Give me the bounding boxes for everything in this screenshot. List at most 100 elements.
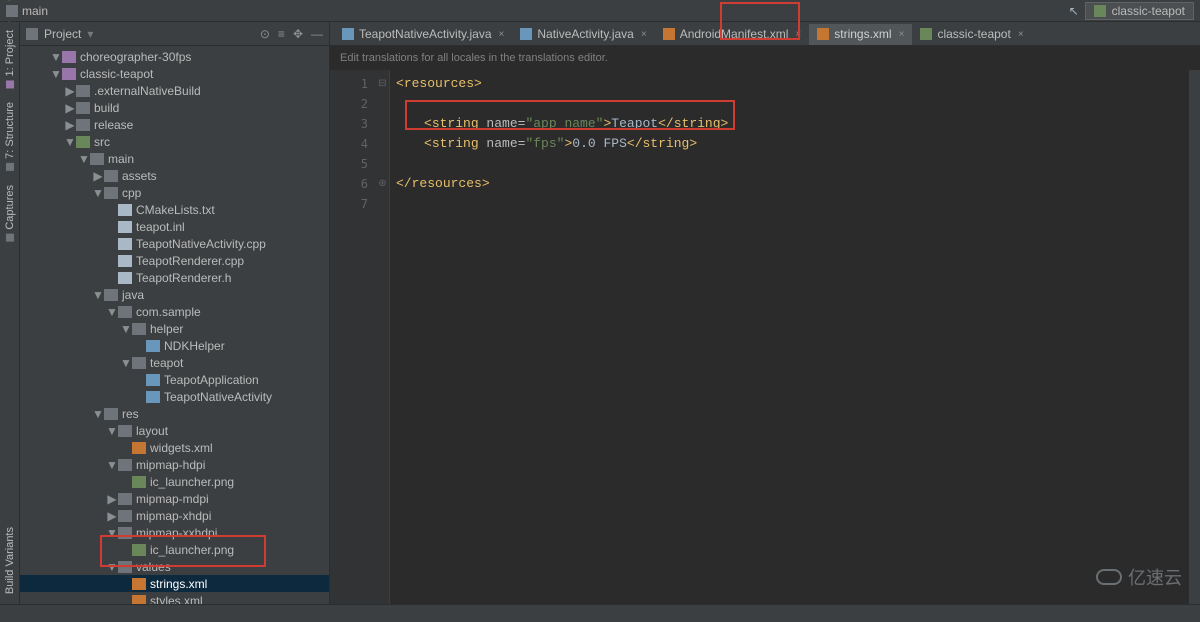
close-icon[interactable]: ×	[795, 29, 801, 40]
tree-twisty[interactable]: ▼	[92, 288, 104, 302]
tree-node[interactable]: ▼cpp	[20, 184, 329, 201]
tree-label: choreographer-30fps	[80, 50, 191, 64]
node-icon	[146, 374, 160, 386]
tree-node[interactable]: ▶ mipmap-mdpi	[20, 490, 329, 507]
tree-twisty[interactable]: ▶	[106, 509, 118, 523]
tree-label: layout	[136, 424, 168, 438]
fold-gutter[interactable]: ⊟⊕	[376, 70, 390, 604]
tree-node[interactable]: ic_launcher.png	[20, 473, 329, 490]
tree-node[interactable]: widgets.xml	[20, 439, 329, 456]
close-icon[interactable]: ×	[499, 29, 505, 40]
tree-node[interactable]: teapot.inl	[20, 218, 329, 235]
translations-banner-text: Edit translations for all locales in the…	[340, 52, 608, 64]
rail-project[interactable]: 1: Project	[3, 26, 17, 92]
tree-node[interactable]: ▼ classic-teapot	[20, 65, 329, 82]
tree-node[interactable]: ic_launcher.png	[20, 541, 329, 558]
tree-twisty[interactable]: ▼	[106, 424, 118, 438]
rail-structure[interactable]: 7: Structure	[3, 98, 17, 175]
editor-tab[interactable]: NativeActivity.java×	[512, 24, 654, 45]
line-number: 7	[334, 194, 368, 214]
breadcrumb-item[interactable]: main	[6, 4, 95, 18]
build-icon[interactable]: ↖	[1069, 4, 1079, 18]
tree-label: com.sample	[136, 305, 201, 319]
tab-label: AndroidManifest.xml	[680, 27, 789, 41]
tree-twisty[interactable]: ▼	[106, 458, 118, 472]
tree-twisty[interactable]: ▶	[106, 492, 118, 506]
file-icon	[520, 28, 532, 40]
editor-tab[interactable]: TeapotNativeActivity.java×	[334, 24, 512, 45]
panel-tool-hide[interactable]: —	[311, 27, 323, 41]
tree-node[interactable]: ▼mipmap-hdpi	[20, 456, 329, 473]
tree-node[interactable]: ▶.externalNativeBuild	[20, 82, 329, 99]
tree-twisty[interactable]: ▼	[106, 305, 118, 319]
tree-twisty[interactable]: ▼	[120, 356, 132, 370]
tree-node[interactable]: ▶build	[20, 99, 329, 116]
tree-twisty[interactable]: ▼	[50, 50, 62, 64]
node-icon	[118, 459, 132, 471]
rail-captures[interactable]: Captures	[3, 181, 17, 246]
code-editor[interactable]: 1234567 ⊟⊕ <resources> <string name="app…	[330, 70, 1200, 604]
tree-twisty[interactable]: ▼	[78, 152, 90, 166]
run-config-selector[interactable]: classic-teapot	[1085, 2, 1194, 20]
tree-label: assets	[122, 169, 157, 183]
breadcrumb-label: main	[22, 4, 48, 18]
tree-node[interactable]: ▼ com.sample	[20, 303, 329, 320]
tree-twisty[interactable]: ▼	[92, 186, 104, 200]
tree-twisty[interactable]: ▼	[50, 67, 62, 81]
tree-node[interactable]: strings.xml	[20, 575, 329, 592]
panel-tool-settings[interactable]: ✥	[293, 27, 303, 41]
tree-label: classic-teapot	[80, 67, 153, 81]
tree-node[interactable]: NDKHelper	[20, 337, 329, 354]
tree-node[interactable]: ▼src	[20, 133, 329, 150]
tree-node[interactable]: styles.xml	[20, 592, 329, 604]
tree-twisty[interactable]: ▼	[106, 560, 118, 574]
project-tree[interactable]: ▼ choreographer-30fps ▼ classic-teapot▶.ext…	[20, 46, 329, 604]
tree-node[interactable]: ▼ layout	[20, 422, 329, 439]
tree-label: mipmap-mdpi	[136, 492, 209, 506]
tree-twisty[interactable]: ▶	[64, 84, 76, 98]
tree-twisty[interactable]: ▶	[92, 169, 104, 183]
tree-node[interactable]: ▼main	[20, 150, 329, 167]
tree-label: CMakeLists.txt	[136, 203, 215, 217]
panel-tool-target[interactable]: ⊙	[260, 27, 270, 41]
tree-node[interactable]: TeapotNativeActivity	[20, 388, 329, 405]
code-content[interactable]: <resources> <string name="app_name">Teap…	[390, 70, 1188, 604]
tree-node[interactable]: TeapotRenderer.cpp	[20, 252, 329, 269]
tree-node[interactable]: ▶mipmap-xhdpi	[20, 507, 329, 524]
tree-node[interactable]: ▼ choreographer-30fps	[20, 48, 329, 65]
tree-twisty[interactable]: ▼	[120, 322, 132, 336]
tree-node[interactable]: ▼ values	[20, 558, 329, 575]
close-icon[interactable]: ×	[641, 29, 647, 40]
editor-tab[interactable]: AndroidManifest.xml ×	[655, 24, 810, 45]
editor-tab[interactable]: strings.xml×	[809, 24, 912, 45]
rail-build-variants[interactable]: Build Variants	[3, 523, 17, 598]
tree-twisty[interactable]: ▶	[64, 101, 76, 115]
tree-node[interactable]: ▼java	[20, 286, 329, 303]
tree-node[interactable]: ▼mipmap-xxhdpi	[20, 524, 329, 541]
tree-twisty[interactable]: ▼	[64, 135, 76, 149]
tree-twisty[interactable]: ▼	[92, 407, 104, 421]
tree-label: values	[136, 560, 171, 574]
node-icon	[76, 85, 90, 97]
tree-node[interactable]: ▼res	[20, 405, 329, 422]
node-icon	[118, 238, 132, 250]
panel-tool-collapse[interactable]: ≡	[278, 27, 285, 41]
tree-node[interactable]: TeapotApplication	[20, 371, 329, 388]
tree-node[interactable]: TeapotNativeActivity.cpp	[20, 235, 329, 252]
project-panel-title: Project	[44, 27, 81, 41]
tree-twisty[interactable]: ▼	[106, 526, 118, 540]
editor-tab[interactable]: classic-teapot×	[912, 24, 1031, 45]
tree-node[interactable]: ▼teapot	[20, 354, 329, 371]
tree-twisty[interactable]: ▶	[64, 118, 76, 132]
tree-node[interactable]: ▼helper	[20, 320, 329, 337]
translations-banner[interactable]: Edit translations for all locales in the…	[330, 46, 1200, 70]
tree-node[interactable]: ▶ assets	[20, 167, 329, 184]
line-number: 2	[334, 94, 368, 114]
close-icon[interactable]: ×	[1018, 29, 1024, 40]
close-icon[interactable]: ×	[899, 29, 905, 40]
tree-node[interactable]: ▶release	[20, 116, 329, 133]
run-config-label: classic-teapot	[1112, 4, 1185, 18]
tree-node[interactable]: CMakeLists.txt	[20, 201, 329, 218]
node-icon	[118, 510, 132, 522]
tree-node[interactable]: TeapotRenderer.h	[20, 269, 329, 286]
